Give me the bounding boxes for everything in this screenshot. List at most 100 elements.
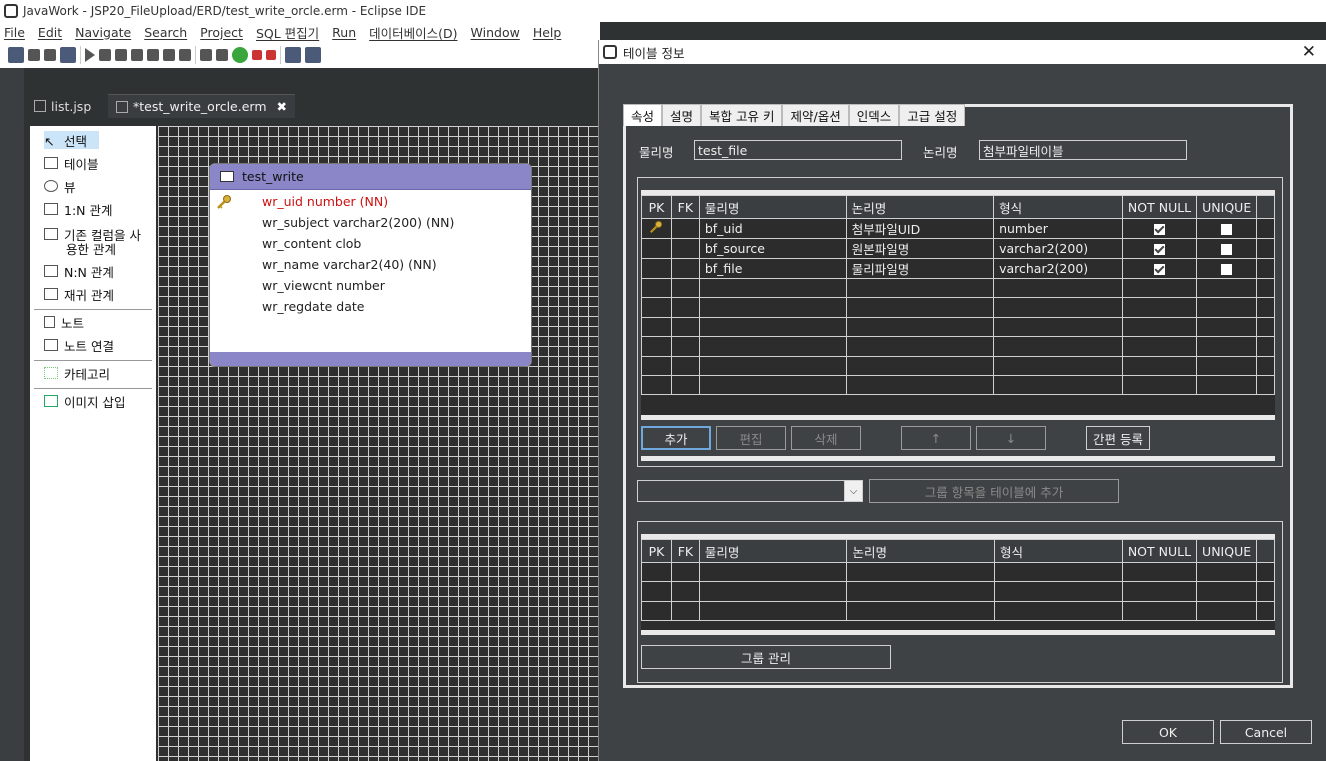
menu-bar: File Edit Navigate Search Project SQL 편집…: [0, 22, 600, 42]
terminal-icon[interactable]: [60, 47, 76, 63]
tab-index[interactable]: 인덱스: [848, 104, 900, 126]
main-toolbar: [0, 42, 600, 68]
menu-sql-editor[interactable]: SQL 편집기: [256, 23, 319, 42]
group-manage-button[interactable]: 그룹 관리: [641, 645, 891, 669]
menu-run[interactable]: Run: [332, 25, 356, 40]
disconnect-icon[interactable]: [131, 49, 143, 61]
add-column-button[interactable]: 추가: [641, 426, 711, 450]
empty-row: [641, 600, 1275, 622]
palette-select-tool[interactable]: ↖ 선택: [44, 131, 100, 149]
header-logical: 논리명: [846, 539, 996, 563]
logical-name-label: 논리명: [923, 145, 958, 160]
tab-advanced-settings[interactable]: 고급 설정: [899, 104, 966, 126]
erd-palette: ↖ 선택 테이블 뷰 1:N 관계 기존 컬럼을 사 용한 관계 N:N 관계 …: [30, 126, 156, 761]
palette-separator: [34, 360, 152, 361]
physical-name-field[interactable]: test_file: [694, 140, 902, 160]
unique-checkbox[interactable]: [1221, 244, 1233, 255]
new-java-project-icon[interactable]: [285, 47, 301, 63]
chevron-down-icon[interactable]: ⌵: [844, 481, 862, 501]
unique-checkbox[interactable]: [1221, 224, 1233, 235]
dialog-title: 테이블 정보: [623, 45, 685, 61]
table-row[interactable]: bf_uid 첨부파일UID number: [641, 218, 1275, 239]
suspend-icon[interactable]: [99, 49, 111, 61]
header-pk: PK: [641, 195, 672, 219]
relation-icon: [44, 265, 58, 277]
palette-1n-relation-tool[interactable]: 1:N 관계: [44, 200, 113, 218]
tab-composite-unique-key[interactable]: 복합 고유 키: [701, 104, 783, 126]
cancel-button[interactable]: Cancel: [1220, 720, 1312, 744]
menu-window[interactable]: Window: [471, 25, 520, 40]
debug-icon[interactable]: [216, 49, 228, 61]
palette-nn-relation-tool[interactable]: N:N 관계: [44, 262, 114, 280]
step-return-icon[interactable]: [179, 49, 191, 61]
palette-view-tool[interactable]: 뷰: [44, 177, 76, 195]
menu-edit[interactable]: Edit: [38, 25, 62, 40]
menu-search[interactable]: Search: [144, 25, 187, 40]
not-null-checkbox[interactable]: [1154, 244, 1166, 255]
step-over-icon[interactable]: [163, 49, 175, 61]
ok-button[interactable]: OK: [1122, 720, 1214, 744]
columns-table[interactable]: PK FK 물리명 논리명 형식 NOT NULL UNIQUE bf_uid …: [641, 190, 1275, 420]
fk-cell: [670, 218, 700, 239]
close-dialog-icon[interactable]: ✕: [1302, 42, 1316, 62]
save-all-icon[interactable]: [44, 49, 56, 61]
eclipse-app-icon: [4, 4, 18, 18]
tab-list-jsp[interactable]: list.jsp: [26, 94, 99, 118]
quick-register-button[interactable]: 간편 등록: [1086, 426, 1150, 450]
entity-test-write[interactable]: test_write wr_uid number (NN) wr_subject…: [209, 163, 532, 367]
tab-description[interactable]: 설명: [662, 104, 702, 126]
logical-name-field[interactable]: 첨부파일테이블: [979, 140, 1187, 160]
edit-column-button[interactable]: 편집: [716, 426, 786, 450]
group-columns-table[interactable]: PK FK 물리명 논리명 형식 NOT NULL UNIQUE: [641, 534, 1275, 635]
close-tab-icon[interactable]: ✖: [277, 99, 287, 114]
delete-column-button[interactable]: 삭제: [791, 426, 861, 450]
table-row[interactable]: bf_source 원본파일명 varchar2(200): [641, 238, 1275, 259]
step-into-icon[interactable]: [147, 49, 159, 61]
column-group-select[interactable]: ⌵: [637, 480, 863, 502]
tab-test-write-orcle-erm[interactable]: *test_write_orcle.erm ✖: [108, 94, 295, 118]
not-null-checkbox[interactable]: [1154, 264, 1166, 275]
menu-project[interactable]: Project: [200, 25, 243, 40]
tab-attributes[interactable]: 속성: [623, 104, 663, 126]
new-icon[interactable]: [8, 47, 24, 63]
palette-existing-column-relation-line2[interactable]: 용한 관계: [66, 239, 116, 257]
note-connection-icon: [44, 339, 58, 351]
run-icon[interactable]: [232, 47, 248, 63]
table-header-row: PK FK 물리명 논리명 형식 NOT NULL UNIQUE: [641, 195, 1275, 219]
palette-label: 용한 관계: [66, 241, 116, 257]
new-server-icon[interactable]: [305, 47, 321, 63]
move-down-button[interactable]: ↓: [976, 426, 1046, 450]
save-icon[interactable]: [28, 49, 40, 61]
palette-self-relation-tool[interactable]: 재귀 관계: [44, 285, 114, 303]
table-row[interactable]: bf_file 물리파일명 varchar2(200): [641, 258, 1275, 279]
palette-note-connection-tool[interactable]: 노트 연결: [44, 336, 114, 354]
palette-insert-image-tool[interactable]: 이미지 삽입: [44, 392, 125, 410]
physical-cell: bf_file: [698, 258, 847, 279]
external-tools-icon[interactable]: [252, 50, 262, 60]
palette-label: 테이블: [64, 156, 99, 172]
spacer-cell: [1256, 218, 1275, 239]
unique-checkbox[interactable]: [1221, 264, 1233, 275]
move-up-button[interactable]: ↑: [901, 426, 971, 450]
palette-table-tool[interactable]: 테이블: [44, 154, 99, 172]
category-icon: [44, 367, 58, 379]
menu-database[interactable]: 데이터베이스(D): [369, 23, 457, 42]
not-null-cell: [1121, 258, 1198, 279]
header-unique: UNIQUE: [1196, 195, 1258, 219]
tab-constraints-options[interactable]: 제약/옵션: [782, 104, 849, 126]
menu-navigate[interactable]: Navigate: [75, 25, 131, 40]
open-task-icon[interactable]: [200, 49, 212, 61]
palette-note-tool[interactable]: 노트: [44, 313, 84, 331]
editor-tab-bar: list.jsp *test_write_orcle.erm ✖: [24, 94, 600, 118]
palette-label: 1:N 관계: [64, 202, 113, 218]
type-cell: number: [993, 218, 1123, 239]
not-null-checkbox[interactable]: [1154, 224, 1166, 235]
add-group-to-table-button[interactable]: 그룹 항목을 테이블에 추가: [869, 479, 1119, 503]
palette-label: 선택: [64, 133, 88, 149]
coverage-icon[interactable]: [266, 50, 276, 60]
menu-help[interactable]: Help: [533, 25, 562, 40]
terminate-icon[interactable]: [115, 49, 127, 61]
palette-category-tool[interactable]: 카테고리: [44, 364, 110, 382]
resume-icon[interactable]: [85, 48, 95, 62]
menu-file[interactable]: File: [4, 25, 25, 40]
